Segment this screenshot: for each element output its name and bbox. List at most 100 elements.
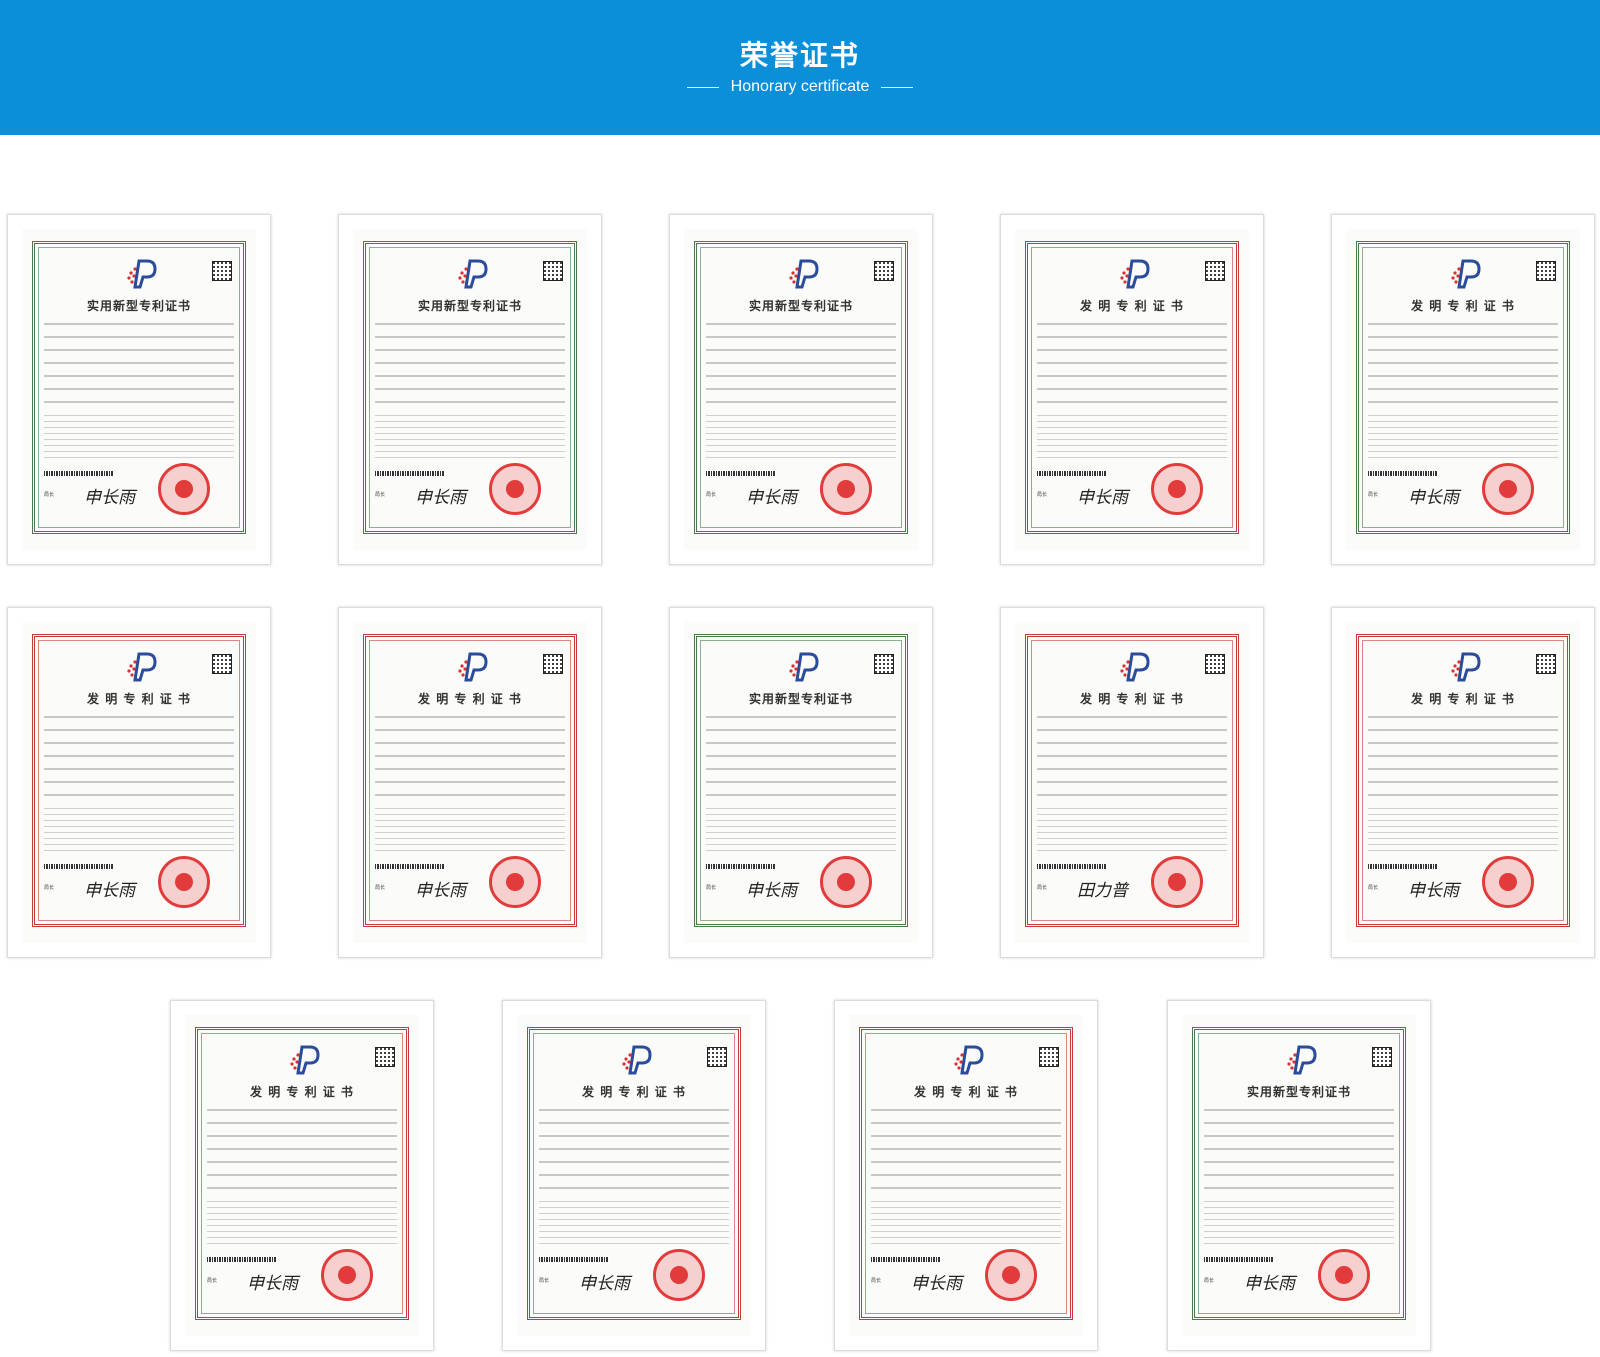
qr-code-icon bbox=[1205, 654, 1225, 674]
signature: 申长雨 bbox=[1408, 881, 1459, 901]
certificate-card[interactable]: 实用新型专利证书 局长 申长雨 bbox=[669, 607, 933, 958]
certificate-card[interactable]: 发 明 专 利 证 书 局长 申长雨 bbox=[7, 607, 271, 958]
signature: 申长雨 bbox=[415, 488, 466, 508]
barcode-icon bbox=[871, 1257, 941, 1262]
signature-label: 局长 bbox=[44, 492, 55, 498]
barcode-icon bbox=[706, 471, 776, 476]
signature-label: 局长 bbox=[871, 1278, 882, 1284]
patent-office-logo-icon bbox=[789, 652, 819, 682]
certificate-card[interactable]: 实用新型专利证书 局长 申长雨 bbox=[338, 214, 602, 565]
certificate-title: 发 明 专 利 证 书 bbox=[914, 1085, 1018, 1099]
certificate-title: 发 明 专 利 证 书 bbox=[1080, 692, 1184, 706]
official-seal-icon bbox=[653, 1249, 705, 1301]
barcode-icon bbox=[706, 864, 776, 869]
patent-office-logo-icon bbox=[1287, 1045, 1317, 1075]
qr-code-icon bbox=[874, 654, 894, 674]
official-seal-icon bbox=[1482, 856, 1534, 908]
certificate-card[interactable]: 实用新型专利证书 局长 申长雨 bbox=[1167, 1000, 1431, 1351]
certificate-card[interactable]: 发 明 专 利 证 书 局长 申长雨 bbox=[1331, 214, 1595, 565]
certificate-body-text bbox=[1368, 808, 1558, 856]
certificate-body-text bbox=[871, 1201, 1061, 1249]
certificate-grid: 实用新型专利证书 局长 申长雨 实用新型专利证书 局长 申长雨 实用新型专利证书… bbox=[0, 0, 1600, 1357]
official-seal-icon bbox=[985, 1249, 1037, 1301]
certificate-body-text bbox=[44, 415, 234, 463]
certificate-fields bbox=[1037, 323, 1227, 414]
certificate-title: 发 明 专 利 证 书 bbox=[87, 692, 191, 706]
patent-office-logo-icon bbox=[458, 259, 488, 289]
certificate-body-text bbox=[1037, 808, 1227, 856]
certificate-title: 发 明 专 利 证 书 bbox=[582, 1085, 686, 1099]
certificate-fields bbox=[44, 323, 234, 414]
patent-office-logo-icon bbox=[1451, 652, 1481, 682]
certificate-body-text bbox=[539, 1201, 729, 1249]
certificate-body-text bbox=[706, 808, 896, 856]
certificate-card[interactable]: 实用新型专利证书 局长 申长雨 bbox=[669, 214, 933, 565]
barcode-icon bbox=[207, 1257, 277, 1262]
certificate-title: 实用新型专利证书 bbox=[748, 692, 853, 706]
qr-code-icon bbox=[543, 654, 563, 674]
certificate-card[interactable]: 发 明 专 利 证 书 局长 申长雨 bbox=[170, 1000, 434, 1351]
certificate-body-text bbox=[375, 415, 565, 463]
qr-code-icon bbox=[375, 1047, 395, 1067]
barcode-icon bbox=[44, 864, 114, 869]
qr-code-icon bbox=[1205, 261, 1225, 281]
signature: 申长雨 bbox=[911, 1274, 962, 1294]
signature: 申长雨 bbox=[1408, 488, 1459, 508]
certificate-card[interactable]: 发 明 专 利 证 书 局长 申长雨 bbox=[834, 1000, 1098, 1351]
certificate-body-text bbox=[1368, 415, 1558, 463]
patent-office-logo-icon bbox=[290, 1045, 320, 1075]
signature-label: 局长 bbox=[1204, 1278, 1215, 1284]
signature-label: 局长 bbox=[1368, 492, 1379, 498]
certificate-title: 发 明 专 利 证 书 bbox=[1411, 692, 1515, 706]
patent-office-logo-icon bbox=[789, 259, 819, 289]
certificate-body-text bbox=[1204, 1201, 1394, 1249]
signature-label: 局长 bbox=[375, 885, 386, 891]
signature-label: 局长 bbox=[1368, 885, 1379, 891]
certificate-fields bbox=[706, 323, 896, 414]
signature: 申长雨 bbox=[746, 488, 797, 508]
certificate-body-text bbox=[44, 808, 234, 856]
certificate-title: 实用新型专利证书 bbox=[86, 299, 191, 313]
barcode-icon bbox=[539, 1257, 609, 1262]
official-seal-icon bbox=[158, 856, 210, 908]
patent-office-logo-icon bbox=[622, 1045, 652, 1075]
signature: 申长雨 bbox=[84, 488, 135, 508]
official-seal-icon bbox=[158, 463, 210, 515]
signature: 申长雨 bbox=[746, 881, 797, 901]
certificate-title: 实用新型专利证书 bbox=[748, 299, 853, 313]
patent-office-logo-icon bbox=[1451, 259, 1481, 289]
certificate-fields bbox=[207, 1109, 397, 1200]
signature: 申长雨 bbox=[247, 1274, 298, 1294]
barcode-icon bbox=[1037, 471, 1107, 476]
certificate-fields bbox=[706, 716, 896, 807]
certificate-card[interactable]: 发 明 专 利 证 书 局长 申长雨 bbox=[338, 607, 602, 958]
official-seal-icon bbox=[321, 1249, 373, 1301]
patent-office-logo-icon bbox=[127, 652, 157, 682]
certificate-body-text bbox=[375, 808, 565, 856]
certificate-fields bbox=[1368, 716, 1558, 807]
barcode-icon bbox=[44, 471, 114, 476]
qr-code-icon bbox=[707, 1047, 727, 1067]
certificate-fields bbox=[539, 1109, 729, 1200]
official-seal-icon bbox=[820, 463, 872, 515]
certificate-body-text bbox=[1037, 415, 1227, 463]
certificate-fields bbox=[375, 323, 565, 414]
certificate-card[interactable]: 实用新型专利证书 局长 申长雨 bbox=[7, 214, 271, 565]
qr-code-icon bbox=[1039, 1047, 1059, 1067]
certificate-title: 发 明 专 利 证 书 bbox=[1080, 299, 1184, 313]
certificate-card[interactable]: 发 明 专 利 证 书 局长 申长雨 bbox=[1000, 214, 1264, 565]
signature: 田力普 bbox=[1077, 881, 1128, 901]
certificate-card[interactable]: 发 明 专 利 证 书 局长 申长雨 bbox=[1331, 607, 1595, 958]
certificate-title: 实用新型专利证书 bbox=[1246, 1085, 1351, 1099]
official-seal-icon bbox=[1482, 463, 1534, 515]
qr-code-icon bbox=[1536, 261, 1556, 281]
certificate-card[interactable]: 发 明 专 利 证 书 局长 申长雨 bbox=[502, 1000, 766, 1351]
signature-label: 局长 bbox=[706, 492, 717, 498]
certificate-title: 发 明 专 利 证 书 bbox=[250, 1085, 354, 1099]
signature-label: 局长 bbox=[1037, 492, 1048, 498]
signature: 申长雨 bbox=[579, 1274, 630, 1294]
qr-code-icon bbox=[874, 261, 894, 281]
signature-label: 局长 bbox=[44, 885, 55, 891]
signature: 申长雨 bbox=[84, 881, 135, 901]
certificate-card[interactable]: 发 明 专 利 证 书 局长 田力普 bbox=[1000, 607, 1264, 958]
